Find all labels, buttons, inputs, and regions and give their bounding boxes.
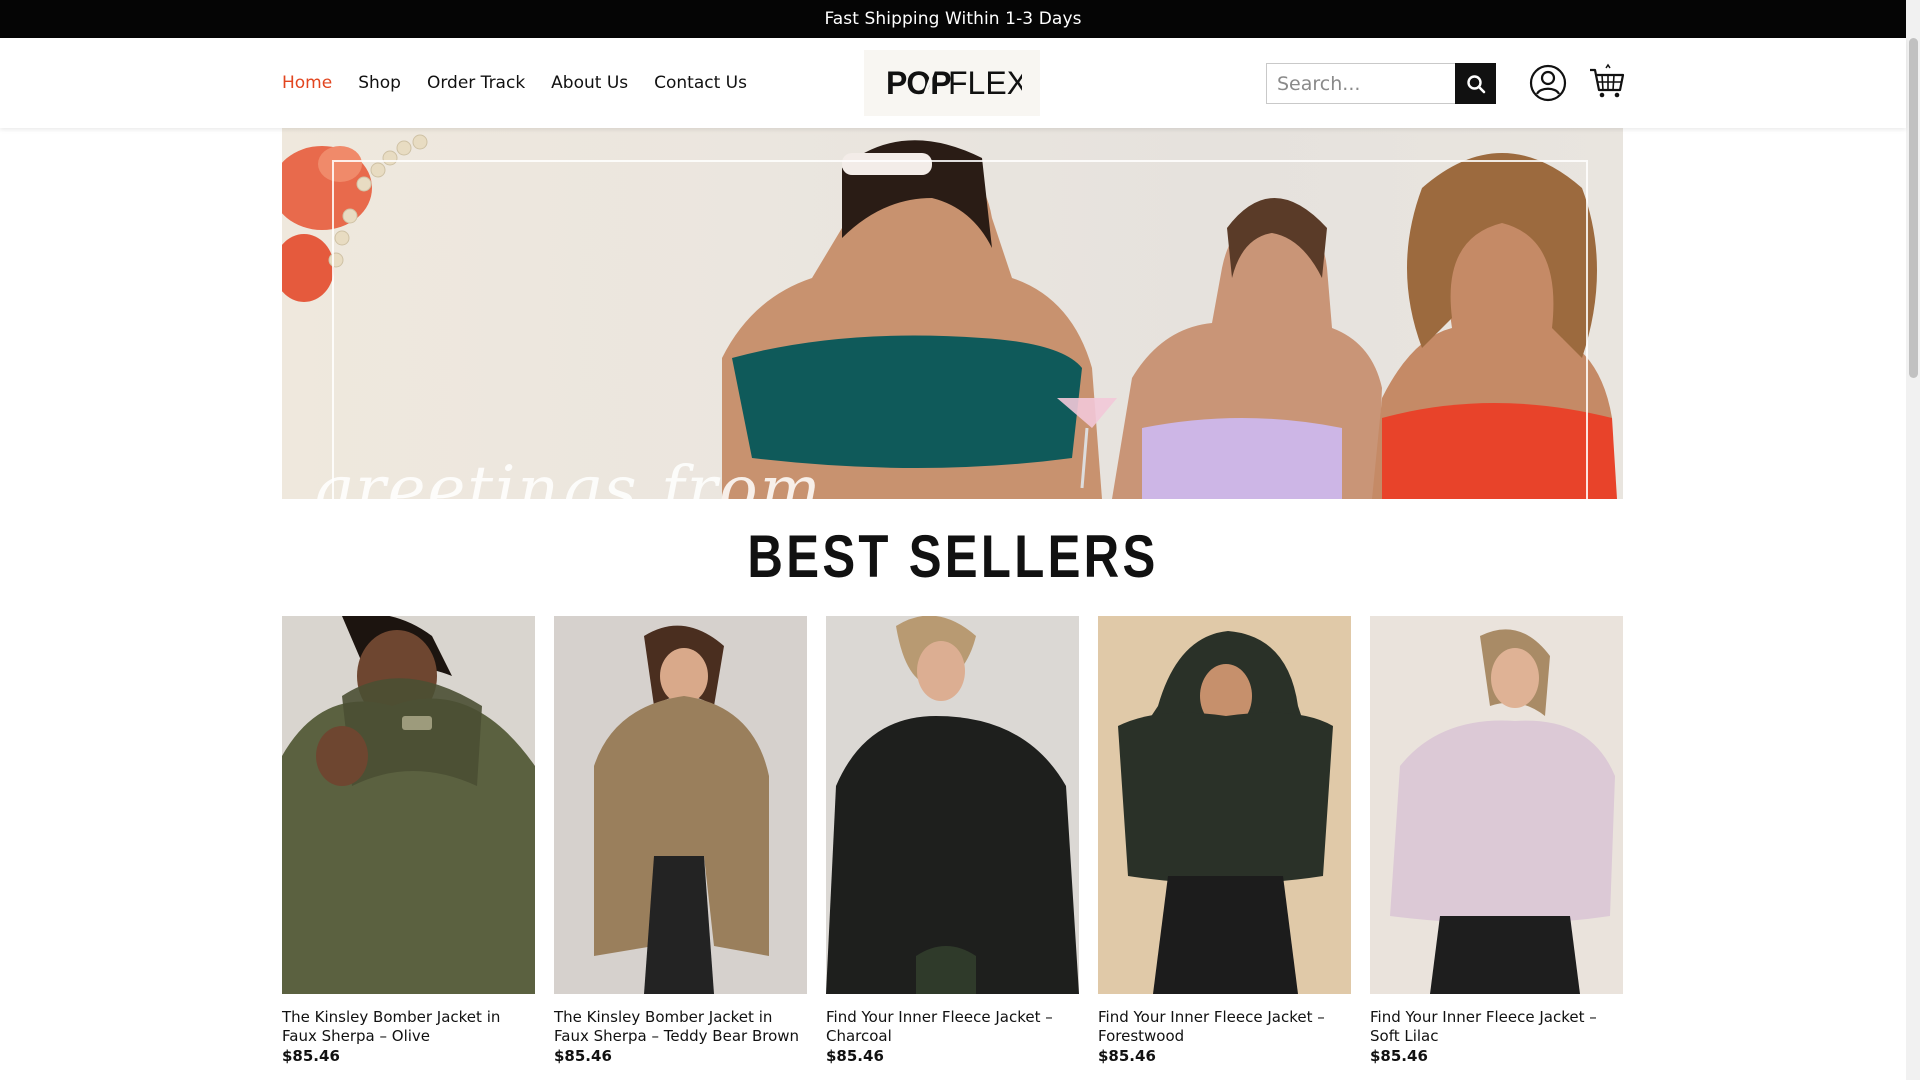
section-title: BEST SELLERS [747, 523, 1159, 590]
product-image[interactable] [1098, 616, 1351, 994]
product-card[interactable]: The Kinsley Bomber Jacket in Faux Sherpa… [282, 616, 535, 1065]
main-nav: Home Shop Order Track About Us Contact U… [282, 38, 773, 128]
search-input[interactable] [1266, 63, 1455, 104]
product-image[interactable] [826, 616, 1079, 994]
product-photo [1098, 616, 1351, 994]
product-card[interactable]: The Kinsley Bomber Jacket in Faux Sherpa… [554, 616, 807, 1065]
product-price: $85.46 [826, 1047, 884, 1065]
product-card[interactable]: Find Your Inner Fleece Jacket – Charcoal… [826, 616, 1079, 1065]
product-name[interactable]: Find Your Inner Fleece Jacket – Forestwo… [1098, 1008, 1351, 1046]
product-price: $85.46 [554, 1047, 612, 1065]
account-button[interactable] [1528, 63, 1568, 103]
svg-text:POP: POP [886, 65, 951, 101]
product-photo [554, 616, 807, 994]
product-card[interactable]: Find Your Inner Fleece Jacket – Soft Lil… [1370, 616, 1623, 1065]
svg-text:FLEX: FLEX [948, 65, 1022, 101]
hero-overlay-text: greetings from [312, 453, 823, 499]
product-name[interactable]: Find Your Inner Fleece Jacket – Soft Lil… [1370, 1008, 1623, 1046]
product-photo [282, 616, 535, 994]
search-form [1266, 63, 1496, 104]
product-name[interactable]: The Kinsley Bomber Jacket in Faux Sherpa… [554, 1008, 807, 1046]
product-photo [826, 616, 1079, 994]
product-price: $85.46 [282, 1047, 340, 1065]
announcement-text: Fast Shipping Within 1-3 Days [824, 9, 1082, 29]
product-name[interactable]: Find Your Inner Fleece Jacket – Charcoal [826, 1008, 1079, 1046]
product-name[interactable]: The Kinsley Bomber Jacket in Faux Sherpa… [282, 1008, 535, 1046]
search-icon [1466, 74, 1485, 93]
hero-frame [332, 160, 1588, 499]
product-price: $85.46 [1370, 1047, 1428, 1065]
nav-contact-us[interactable]: Contact Us [654, 73, 747, 93]
product-image[interactable] [1370, 616, 1623, 994]
site-header: Home Shop Order Track About Us Contact U… [0, 38, 1906, 128]
product-image[interactable] [282, 616, 535, 994]
logo-mark: POP FLEX [886, 63, 1022, 103]
search-button[interactable] [1455, 63, 1496, 104]
nav-shop[interactable]: Shop [358, 73, 401, 93]
site-logo[interactable]: POP FLEX [864, 50, 1040, 116]
scrollbar-thumb[interactable] [1909, 38, 1918, 378]
nav-order-track[interactable]: Order Track [427, 73, 525, 93]
nav-home[interactable]: Home [282, 73, 332, 93]
product-photo [1370, 616, 1623, 994]
announcement-bar: Fast Shipping Within 1-3 Days [0, 0, 1906, 38]
account-icon [1529, 64, 1567, 102]
product-image[interactable] [554, 616, 807, 994]
cart-button[interactable] [1588, 62, 1626, 100]
nav-about-us[interactable]: About Us [551, 73, 628, 93]
product-grid: The Kinsley Bomber Jacket in Faux Sherpa… [282, 616, 1623, 1065]
product-card[interactable]: Find Your Inner Fleece Jacket – Forestwo… [1098, 616, 1351, 1065]
cart-icon [1590, 63, 1625, 98]
product-price: $85.46 [1098, 1047, 1156, 1065]
hero-banner[interactable]: greetings from [282, 128, 1623, 499]
